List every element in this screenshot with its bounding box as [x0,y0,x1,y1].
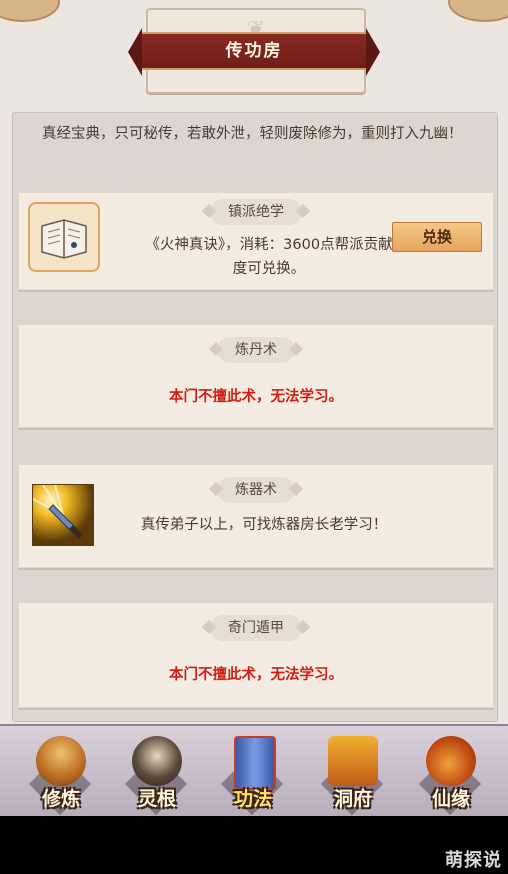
intro-text: 真经宝典，只可秘传，若敢外泄，轻则废除修为，重则打入九幽！ [42,126,463,142]
exchange-button[interactable]: 兑换 [392,222,482,252]
skill-tag: 炼丹术 [217,337,295,363]
skill-card-qimen: 奇门遁甲 本门不擅此术，无法学习。 [18,602,494,708]
book-icon[interactable] [28,202,100,272]
nav-item-xianyuan[interactable]: 仙缘 [410,732,492,816]
sword-icon[interactable] [32,484,94,546]
skill-desc: 本门不擅此术，无法学习。 [169,667,343,683]
pagoda-icon [328,736,378,786]
skill-card-liandan: 炼丹术 本门不擅此术，无法学习。 [18,324,494,428]
nav-label: 功法 [233,788,272,810]
skill-desc: 《火神真诀》，消耗：3600点帮派贡献度可兑换。 [145,237,393,277]
nav-item-linggen[interactable]: 灵根 [116,732,198,816]
skill-desc: 真传弟子以上，可找炼器房长老学习！ [140,517,388,533]
system-bar [0,816,508,874]
nav-item-dongfu[interactable]: 洞府 [312,732,394,816]
corner-cloud-decoration-right [448,0,508,22]
skill-tag: 镇派绝学 [210,199,302,225]
nav-label: 灵根 [137,788,176,810]
nav-label: 仙缘 [431,788,470,810]
hooded-figure-icon [36,736,86,786]
page-title: 传功房 [128,28,380,76]
warrior-icon [132,736,182,786]
skill-tag: 炼器术 [217,477,295,503]
skill-desc: 本门不擅此术，无法学习。 [169,389,343,405]
skill-tag: 奇门遁甲 [210,615,302,641]
nav-label: 洞府 [333,788,372,810]
nav-label: 修炼 [41,788,80,810]
gourd-icon [426,736,476,786]
scroll-book-icon [234,736,276,790]
nav-item-gongfa[interactable]: 功法 [212,732,294,816]
corner-cloud-decoration-left [0,0,60,22]
nav-item-xiulian[interactable]: 修炼 [20,732,102,816]
watermark: 萌探说 [445,850,502,871]
bottom-nav: 修炼 灵根 功法 洞府 仙缘 [0,724,508,816]
